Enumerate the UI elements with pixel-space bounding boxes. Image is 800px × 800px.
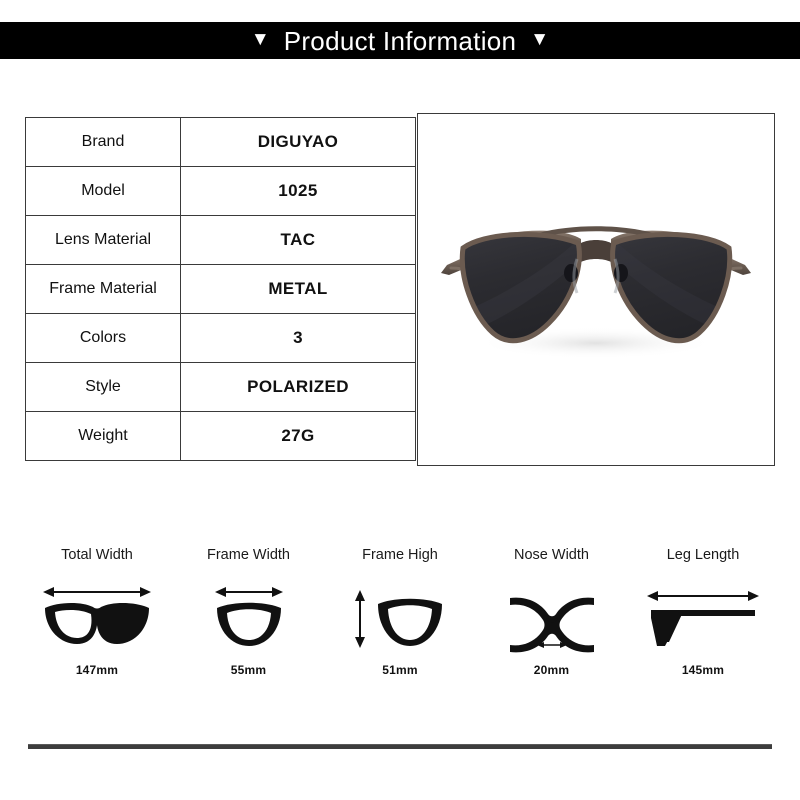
measurement-figure	[492, 579, 612, 657]
measurement-label: Nose Width	[514, 547, 589, 563]
measurement-item: Frame High 51mm	[325, 548, 475, 677]
nose-bridge-icon	[509, 597, 594, 652]
measurement-figure	[37, 579, 157, 657]
spec-label: Colors	[25, 313, 181, 363]
spec-value: TAC	[180, 215, 416, 265]
spec-label: Brand	[25, 117, 181, 167]
table-row: Colors 3	[25, 313, 416, 363]
spec-label: Style	[25, 362, 181, 412]
measurement-label: Leg Length	[666, 547, 740, 563]
table-row: Style POLARIZED	[25, 362, 416, 412]
measurement-value: 51mm	[382, 662, 418, 677]
table-row: Brand DIGUYAO	[25, 117, 416, 167]
measurement-item: Leg Length 145mm	[628, 548, 778, 677]
bottom-divider	[28, 744, 772, 749]
measurement-value: 147mm	[75, 662, 119, 677]
spec-label: Model	[25, 166, 181, 216]
product-information-header: ▼ Product Information ▼	[0, 22, 800, 59]
spec-value: DIGUYAO	[180, 117, 416, 167]
measurement-figure	[643, 579, 763, 657]
table-row: Weight 27G	[25, 411, 416, 461]
spec-label: Frame Material	[25, 264, 181, 314]
measurement-item: Nose Width 20mm	[477, 548, 627, 677]
spec-value: 27G	[180, 411, 416, 461]
measurement-item: Total Width 147mm	[22, 548, 172, 677]
triangle-down-left-icon: ▼	[250, 29, 270, 50]
spec-value: METAL	[180, 264, 416, 314]
single-lens-vertical-arrow-icon	[355, 589, 442, 648]
measurement-value: 55mm	[230, 662, 267, 677]
measurement-item: Frame Width 55mm	[174, 548, 324, 677]
measurement-label: Total Width	[61, 547, 133, 563]
measurement-figure	[189, 579, 309, 657]
table-row: Frame Material METAL	[25, 264, 416, 314]
measurement-value: 20mm	[533, 662, 570, 677]
measurement-figure	[340, 579, 460, 657]
spec-value: 1025	[180, 166, 416, 216]
temple-arm-icon	[647, 590, 759, 646]
triangle-down-right-icon: ▼	[530, 29, 550, 50]
spec-value: POLARIZED	[180, 362, 416, 412]
product-image-panel	[417, 113, 775, 466]
sunglasses-product-photo	[441, 225, 751, 359]
measurements-row: Total Width 147mm Frame Width 55mm Frame…	[22, 548, 778, 677]
spec-label: Weight	[25, 411, 181, 461]
measurement-label: Frame Width	[207, 547, 290, 563]
spec-label: Lens Material	[25, 215, 181, 265]
measurement-label: Frame High	[362, 547, 438, 563]
full-frame-horizontal-arrow-icon	[43, 586, 151, 644]
single-lens-horizontal-arrow-icon	[214, 586, 283, 646]
spec-value: 3	[180, 313, 416, 363]
table-row: Model 1025	[25, 166, 416, 216]
specification-table: Brand DIGUYAO Model 1025 Lens Material T…	[25, 117, 416, 461]
page-title: Product Information	[283, 25, 517, 56]
measurement-value: 145mm	[681, 662, 725, 677]
table-row: Lens Material TAC	[25, 215, 416, 265]
